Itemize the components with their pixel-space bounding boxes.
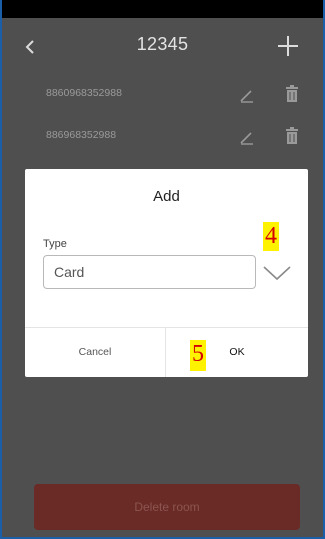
type-value: Card	[54, 264, 85, 280]
add-icon[interactable]	[277, 35, 299, 57]
app-header: 12345	[2, 18, 323, 72]
card-number: 8860968352988	[46, 87, 122, 99]
trash-icon[interactable]	[285, 127, 299, 145]
app-frame: 12345 8860968352988 886968352988 Delete …	[0, 0, 325, 539]
edit-icon[interactable]	[238, 128, 256, 146]
list-item: 8860968352988	[2, 72, 323, 118]
type-label: Type	[43, 238, 67, 250]
trash-icon[interactable]	[285, 85, 299, 103]
delete-room-button[interactable]: Delete room	[34, 484, 300, 530]
status-bar	[2, 0, 323, 18]
list-item: 886968352988	[2, 114, 323, 160]
chevron-down-icon[interactable]	[262, 264, 292, 282]
ok-button[interactable]: OK	[166, 328, 308, 377]
add-dialog: Add Type Card Cancel OK	[25, 169, 308, 377]
page-title: 12345	[136, 34, 189, 54]
cancel-button[interactable]: Cancel	[25, 328, 165, 377]
type-select[interactable]: Card	[43, 255, 256, 289]
dialog-title: Add	[153, 188, 180, 205]
annotation-marker-4: 4	[263, 222, 279, 251]
card-number: 886968352988	[46, 129, 117, 141]
edit-icon[interactable]	[238, 86, 256, 104]
annotation-marker-5: 5	[190, 340, 206, 371]
